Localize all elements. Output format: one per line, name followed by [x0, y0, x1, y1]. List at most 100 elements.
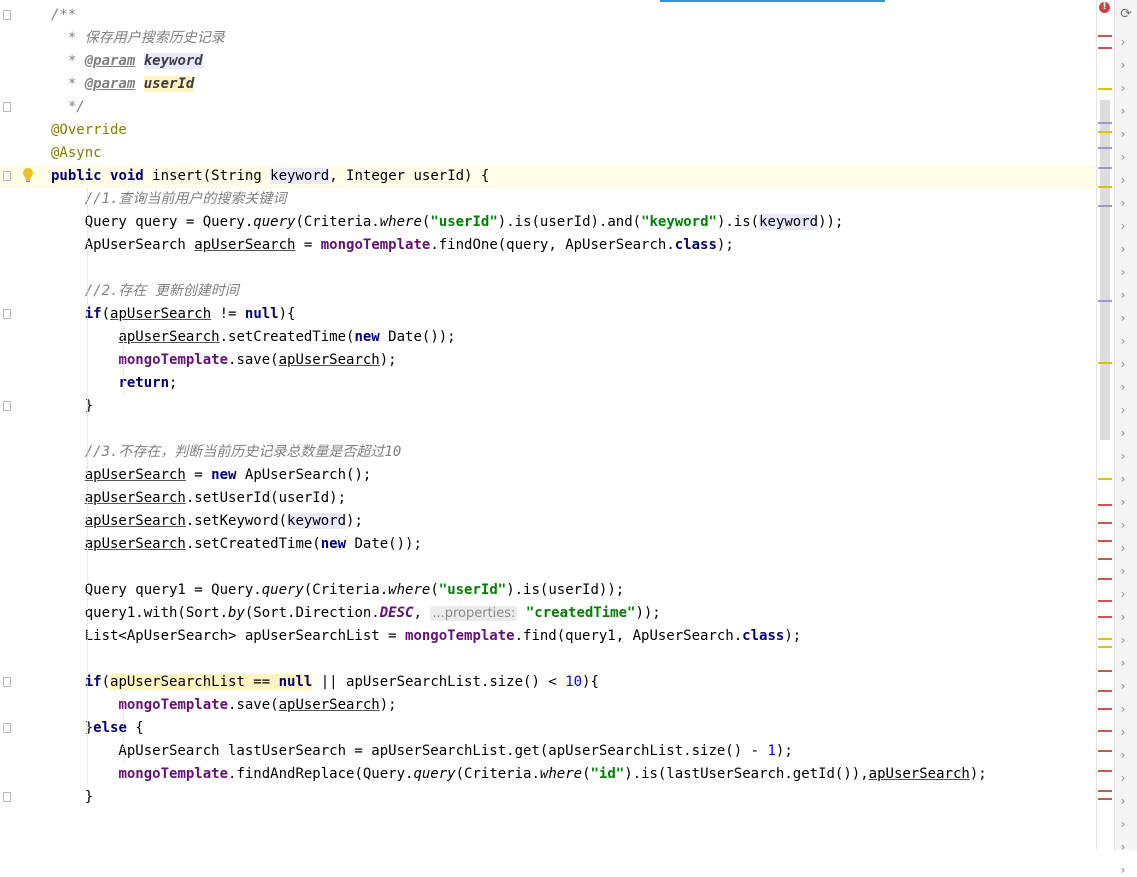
chevron-right-icon[interactable]: ›	[1116, 702, 1130, 716]
code-line[interactable]: Query query1 = Query.query(Criteria.wher…	[0, 579, 1096, 602]
chevron-right-icon[interactable]: ›	[1116, 771, 1130, 785]
chevron-right-icon[interactable]: ›	[1116, 127, 1130, 141]
chevron-right-icon[interactable]: ›	[1116, 311, 1130, 325]
code-line[interactable]: apUserSearch.setKeyword(keyword);	[0, 510, 1096, 533]
code-line[interactable]: @Override	[0, 119, 1096, 142]
chevron-right-icon[interactable]: ›	[1116, 104, 1130, 118]
code-line[interactable]: @Async	[0, 142, 1096, 165]
stripe-marker[interactable]	[1098, 478, 1112, 480]
stripe-marker[interactable]	[1098, 750, 1112, 752]
chevron-right-icon[interactable]: ›	[1116, 840, 1130, 854]
chevron-right-icon[interactable]: ›	[1116, 587, 1130, 601]
stripe-marker[interactable]	[1098, 300, 1112, 302]
chevron-right-icon[interactable]: ›	[1116, 518, 1130, 532]
chevron-right-icon[interactable]: ›	[1116, 794, 1130, 808]
stripe-marker[interactable]	[1098, 186, 1112, 188]
chevron-right-icon[interactable]: ›	[1116, 541, 1130, 555]
code-line[interactable]: if(apUserSearchList == null || apUserSea…	[0, 671, 1096, 694]
stripe-marker[interactable]	[1098, 708, 1112, 710]
error-icon[interactable]: !	[1099, 2, 1110, 13]
code-line[interactable]: }else {	[0, 717, 1096, 740]
code-line[interactable]: return;	[0, 372, 1096, 395]
chevron-right-icon[interactable]: ›	[1116, 150, 1130, 164]
stripe-marker[interactable]	[1098, 690, 1112, 692]
lightbulb-icon[interactable]	[22, 167, 34, 185]
chevron-right-icon[interactable]: ›	[1116, 196, 1130, 210]
stripe-marker[interactable]	[1098, 638, 1112, 640]
fold-toggle-icon[interactable]	[3, 10, 11, 20]
code-line[interactable]: apUserSearch = new ApUserSearch();	[0, 464, 1096, 487]
stripe-marker[interactable]	[1098, 600, 1112, 602]
code-line[interactable]: }	[0, 786, 1096, 809]
chevron-right-icon[interactable]: ›	[1116, 426, 1130, 440]
stripe-marker[interactable]	[1098, 522, 1112, 524]
code-line[interactable]: //1.查询当前用户的搜索关键词	[0, 188, 1096, 211]
code-line[interactable]: * @param keyword	[0, 50, 1096, 73]
stripe-marker[interactable]	[1098, 578, 1112, 580]
code-line[interactable]: }	[0, 395, 1096, 418]
stripe-marker[interactable]	[1098, 790, 1112, 792]
stripe-marker[interactable]	[1098, 646, 1112, 648]
code-line[interactable]: query1.with(Sort.by(Sort.Direction.DESC,…	[0, 602, 1096, 625]
fold-toggle-icon[interactable]	[3, 171, 11, 181]
chevron-right-icon[interactable]: ›	[1116, 679, 1130, 693]
code-line[interactable]: Query query = Query.query(Criteria.where…	[0, 211, 1096, 234]
fold-toggle-icon[interactable]	[3, 792, 11, 802]
code-line[interactable]: * @param userId	[0, 73, 1096, 96]
chevron-right-icon[interactable]: ›	[1116, 449, 1130, 463]
fold-toggle-icon[interactable]	[3, 723, 11, 733]
scrollbar-thumb[interactable]	[1100, 100, 1110, 440]
chevron-right-icon[interactable]: ›	[1116, 610, 1130, 624]
chevron-right-icon[interactable]: ›	[1116, 58, 1130, 72]
code-line[interactable]: mongoTemplate.save(apUserSearch);	[0, 694, 1096, 717]
stripe-marker[interactable]	[1098, 730, 1112, 732]
chevron-right-icon[interactable]: ›	[1116, 219, 1130, 233]
code-line[interactable]: public void insert(String keyword, Integ…	[0, 165, 1096, 188]
chevron-right-icon[interactable]: ›	[1116, 495, 1130, 509]
stripe-marker[interactable]	[1098, 131, 1112, 133]
code-line[interactable]: */	[0, 96, 1096, 119]
code-line[interactable]: mongoTemplate.save(apUserSearch);	[0, 349, 1096, 372]
fold-toggle-icon[interactable]	[3, 401, 11, 411]
code-line[interactable]: ApUserSearch lastUserSearch = apUserSear…	[0, 740, 1096, 763]
stripe-marker[interactable]	[1098, 670, 1112, 672]
chevron-right-icon[interactable]: ›	[1116, 81, 1130, 95]
chevron-right-icon[interactable]: ›	[1116, 403, 1130, 417]
refresh-icon[interactable]: ⟳	[1117, 5, 1135, 23]
chevron-right-icon[interactable]: ›	[1116, 242, 1130, 256]
code-line[interactable]: mongoTemplate.findAndReplace(Query.query…	[0, 763, 1096, 786]
chevron-right-icon[interactable]: ›	[1116, 748, 1130, 762]
code-line[interactable]: if(apUserSearch != null){	[0, 303, 1096, 326]
code-line[interactable]: apUserSearch.setUserId(userId);	[0, 487, 1096, 510]
stripe-marker[interactable]	[1098, 122, 1112, 124]
fold-toggle-icon[interactable]	[3, 677, 11, 687]
code-line[interactable]	[0, 556, 1096, 579]
stripe-marker[interactable]	[1098, 770, 1112, 772]
code-line[interactable]: //2.存在 更新创建时间	[0, 280, 1096, 303]
stripe-marker[interactable]	[1098, 35, 1112, 37]
code-line[interactable]: ApUserSearch apUserSearch = mongoTemplat…	[0, 234, 1096, 257]
chevron-right-icon[interactable]: ›	[1116, 863, 1130, 877]
stripe-marker[interactable]	[1098, 88, 1112, 90]
chevron-right-icon[interactable]: ›	[1116, 35, 1130, 49]
chevron-right-icon[interactable]: ›	[1116, 564, 1130, 578]
stripe-marker[interactable]	[1098, 147, 1112, 149]
chevron-right-icon[interactable]: ›	[1116, 472, 1130, 486]
code-line[interactable]: apUserSearch.setCreatedTime(new Date());	[0, 533, 1096, 556]
stripe-marker[interactable]	[1098, 616, 1112, 618]
chevron-right-icon[interactable]: ›	[1116, 656, 1130, 670]
code-editor[interactable]: /** * 保存用户搜索历史记录 * @param keyword * @par…	[0, 0, 1096, 850]
chevron-right-icon[interactable]: ›	[1116, 633, 1130, 647]
stripe-marker[interactable]	[1098, 205, 1112, 207]
code-line[interactable]: * 保存用户搜索历史记录	[0, 27, 1096, 50]
code-line[interactable]	[0, 648, 1096, 671]
code-line[interactable]: List<ApUserSearch> apUserSearchList = mo…	[0, 625, 1096, 648]
chevron-right-icon[interactable]: ›	[1116, 725, 1130, 739]
chevron-right-icon[interactable]: ›	[1116, 265, 1130, 279]
stripe-marker[interactable]	[1098, 540, 1112, 542]
chevron-right-icon[interactable]: ›	[1116, 380, 1130, 394]
stripe-marker[interactable]	[1098, 504, 1112, 506]
stripe-marker[interactable]	[1098, 558, 1112, 560]
chevron-right-icon[interactable]: ›	[1116, 334, 1130, 348]
stripe-marker[interactable]	[1098, 167, 1112, 169]
